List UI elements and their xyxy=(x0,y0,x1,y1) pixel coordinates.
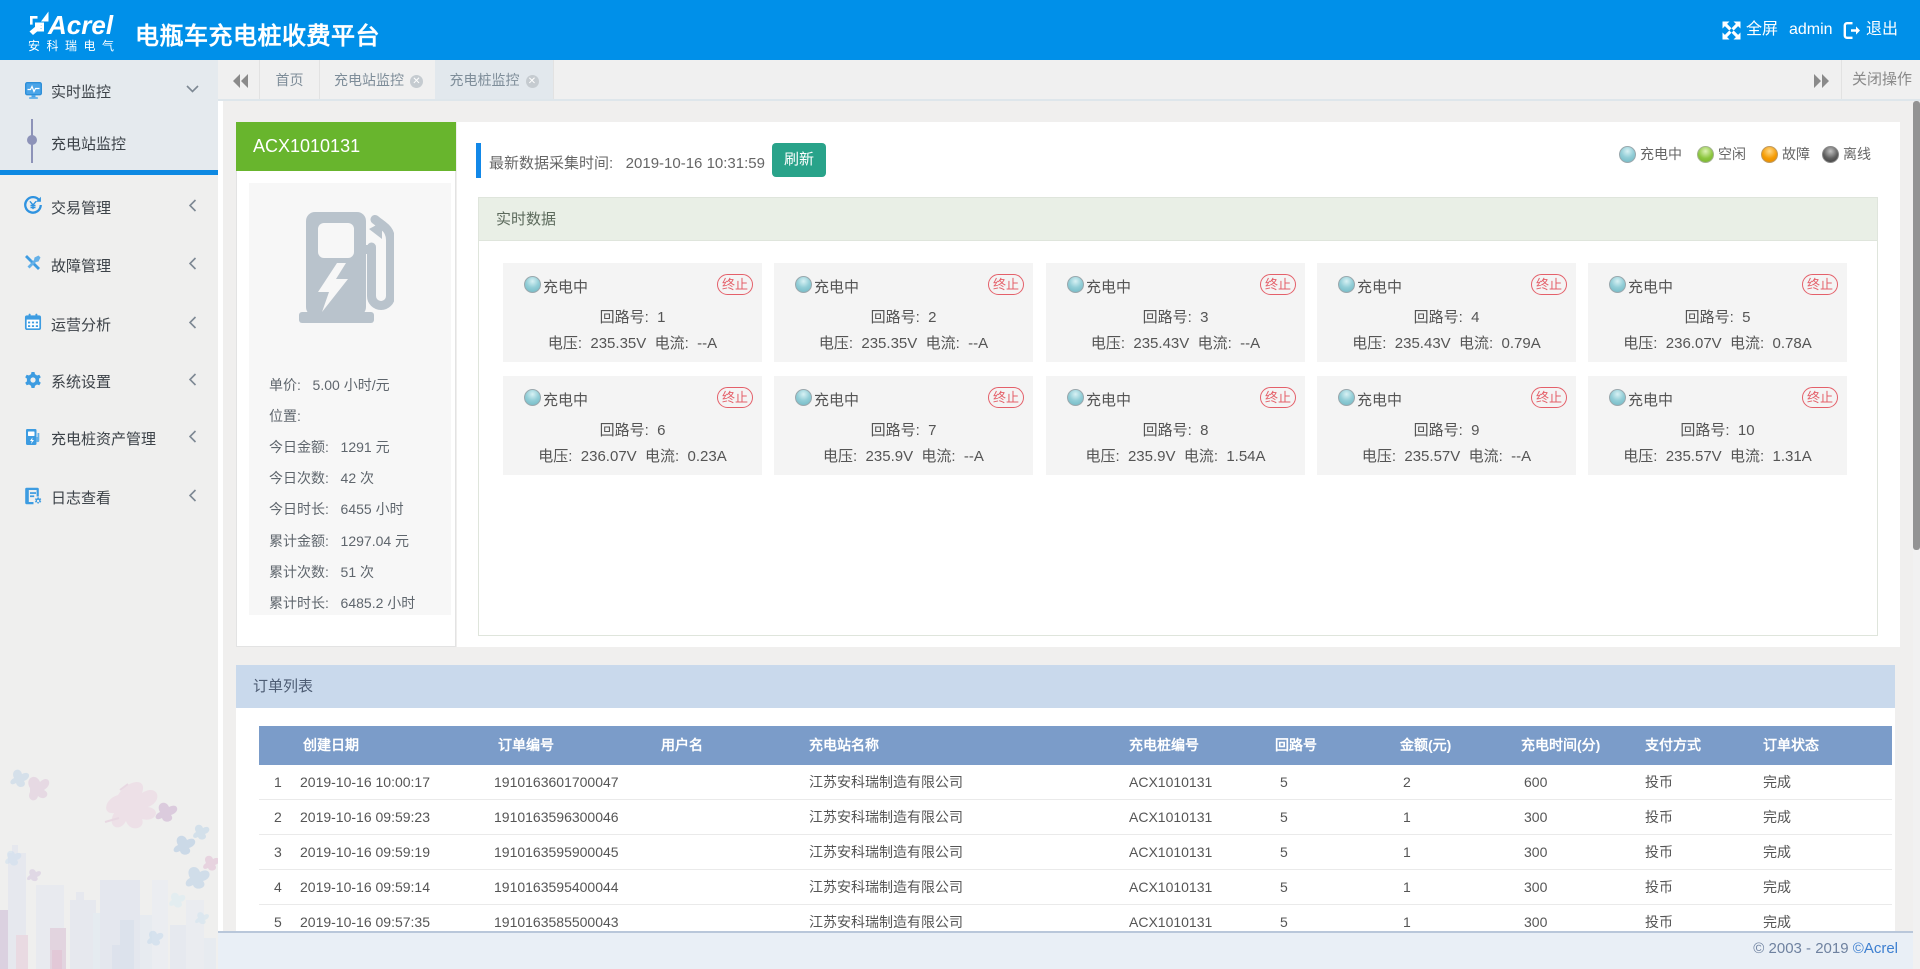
svg-text:安科瑞电气: 安科瑞电气 xyxy=(28,38,121,53)
svg-text:Acrel: Acrel xyxy=(47,10,114,40)
